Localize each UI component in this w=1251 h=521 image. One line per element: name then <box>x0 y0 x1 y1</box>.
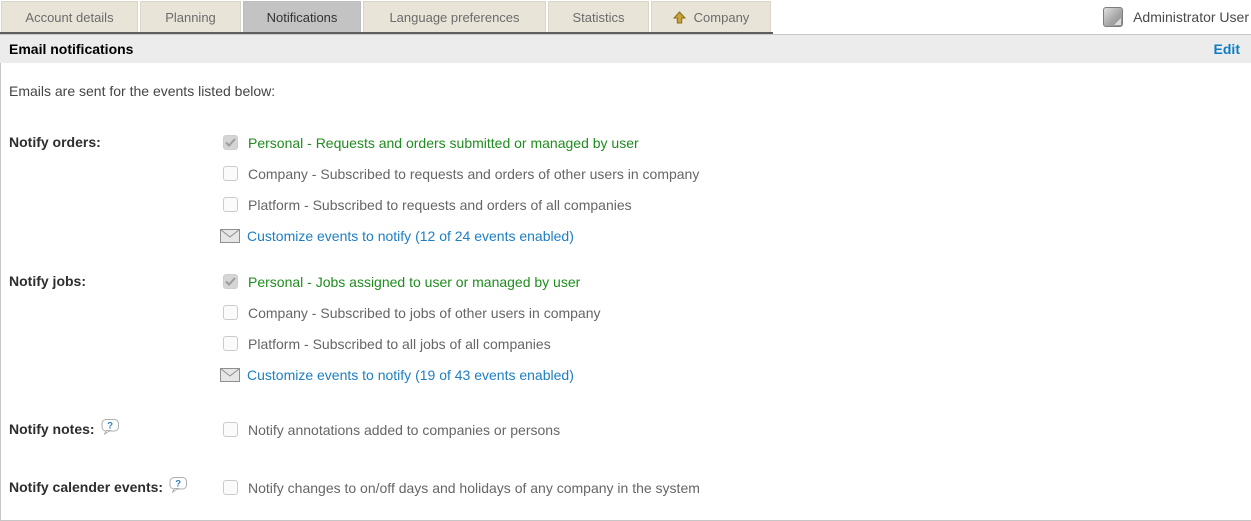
jobs-customize-link[interactable]: Customize events to notify (19 of 43 eve… <box>247 367 574 383</box>
notes-annotations-checkbox[interactable] <box>223 422 238 437</box>
orders-company-row: Company - Subscribed to requests and ord… <box>223 158 1251 189</box>
orders-personal-row: Personal - Requests and orders submitted… <box>223 127 1251 158</box>
notes-annotations-row: Notify annotations added to companies or… <box>223 414 1251 445</box>
jobs-platform-checkbox[interactable] <box>223 336 238 351</box>
notify-notes-label: Notify notes: <box>9 414 95 445</box>
tab-account-details[interactable]: Account details <box>1 1 138 32</box>
jobs-personal-checkbox <box>223 274 238 289</box>
jobs-platform-row: Platform - Subscribed to all jobs of all… <box>223 328 1251 359</box>
help-bubble-icon[interactable]: ? <box>169 477 188 494</box>
notify-calendar-section: Notify calender events: ? Notify changes… <box>9 472 1251 503</box>
notify-jobs-label-col: Notify jobs: <box>9 266 223 297</box>
notify-orders-section: Notify orders: Personal - Requests and o… <box>9 127 1251 251</box>
calendar-changes-checkbox[interactable] <box>223 480 238 495</box>
notify-orders-label-col: Notify orders: <box>9 127 223 158</box>
gold-up-arrow-icon <box>673 11 686 24</box>
notes-annotations-label: Notify annotations added to companies or… <box>248 422 560 438</box>
jobs-personal-row: Personal - Jobs assigned to user or mana… <box>223 266 1251 297</box>
tab-strip: Account details Planning Notifications L… <box>0 1 773 34</box>
notify-calendar-rows: Notify changes to on/off days and holida… <box>223 472 1251 503</box>
checkmark-icon <box>225 138 236 147</box>
edit-link[interactable]: Edit <box>1214 41 1240 57</box>
jobs-platform-label: Platform - Subscribed to all jobs of all… <box>248 336 551 352</box>
page-title: Email notifications <box>9 41 133 57</box>
tab-planning[interactable]: Planning <box>140 1 241 32</box>
notify-orders-label: Notify orders: <box>9 127 101 158</box>
jobs-personal-label: Personal - Jobs assigned to user or mana… <box>248 274 580 290</box>
notify-notes-label-col: Notify notes: ? <box>9 414 223 445</box>
notify-jobs-section: Notify jobs: Personal - Jobs assigned to… <box>9 266 1251 390</box>
envelope-icon <box>220 229 240 243</box>
orders-customize-row: Customize events to notify (12 of 24 eve… <box>220 220 1251 251</box>
envelope-icon <box>220 368 240 382</box>
calendar-changes-row: Notify changes to on/off days and holida… <box>223 472 1251 503</box>
notify-calendar-label-col: Notify calender events: ? <box>9 472 223 503</box>
top-tab-bar: Account details Planning Notifications L… <box>0 0 1251 34</box>
avatar-fold-decoration <box>1114 18 1121 25</box>
jobs-company-label: Company - Subscribed to jobs of other us… <box>248 305 601 321</box>
notify-calendar-label: Notify calender events: <box>9 472 163 503</box>
tab-language-preferences[interactable]: Language preferences <box>363 1 546 32</box>
svg-text:?: ? <box>107 420 113 431</box>
help-bubble-icon[interactable]: ? <box>101 419 120 436</box>
email-notifications-panel: Emails are sent for the events listed be… <box>0 63 1251 521</box>
tab-statistics[interactable]: Statistics <box>548 1 649 32</box>
user-menu[interactable]: Administrator User <box>1103 7 1251 27</box>
orders-platform-label: Platform - Subscribed to requests and or… <box>248 197 632 213</box>
notify-jobs-label: Notify jobs: <box>9 266 86 297</box>
notify-notes-rows: Notify annotations added to companies or… <box>223 414 1251 445</box>
orders-personal-label: Personal - Requests and orders submitted… <box>248 135 639 151</box>
orders-company-checkbox[interactable] <box>223 166 238 181</box>
user-name: Administrator User <box>1133 9 1249 25</box>
orders-company-label: Company - Subscribed to requests and ord… <box>248 166 699 182</box>
jobs-company-row: Company - Subscribed to jobs of other us… <box>223 297 1251 328</box>
svg-text:?: ? <box>175 478 181 489</box>
tab-notifications[interactable]: Notifications <box>243 1 361 32</box>
calendar-changes-label: Notify changes to on/off days and holida… <box>248 480 700 496</box>
orders-platform-row: Platform - Subscribed to requests and or… <box>223 189 1251 220</box>
tab-company-label: Company <box>694 10 750 25</box>
jobs-company-checkbox[interactable] <box>223 305 238 320</box>
email-notifications-header: Email notifications Edit <box>0 34 1251 63</box>
intro-text: Emails are sent for the events listed be… <box>9 83 1251 99</box>
notify-orders-rows: Personal - Requests and orders submitted… <box>223 127 1251 251</box>
checkmark-icon <box>225 277 236 286</box>
user-avatar-icon <box>1103 7 1123 27</box>
jobs-customize-row: Customize events to notify (19 of 43 eve… <box>220 359 1251 390</box>
orders-platform-checkbox[interactable] <box>223 197 238 212</box>
notify-notes-section: Notify notes: ? Notify annotations added… <box>9 414 1251 445</box>
notify-jobs-rows: Personal - Jobs assigned to user or mana… <box>223 266 1251 390</box>
orders-personal-checkbox <box>223 135 238 150</box>
orders-customize-link[interactable]: Customize events to notify (12 of 24 eve… <box>247 228 574 244</box>
tab-company[interactable]: Company <box>651 1 771 32</box>
